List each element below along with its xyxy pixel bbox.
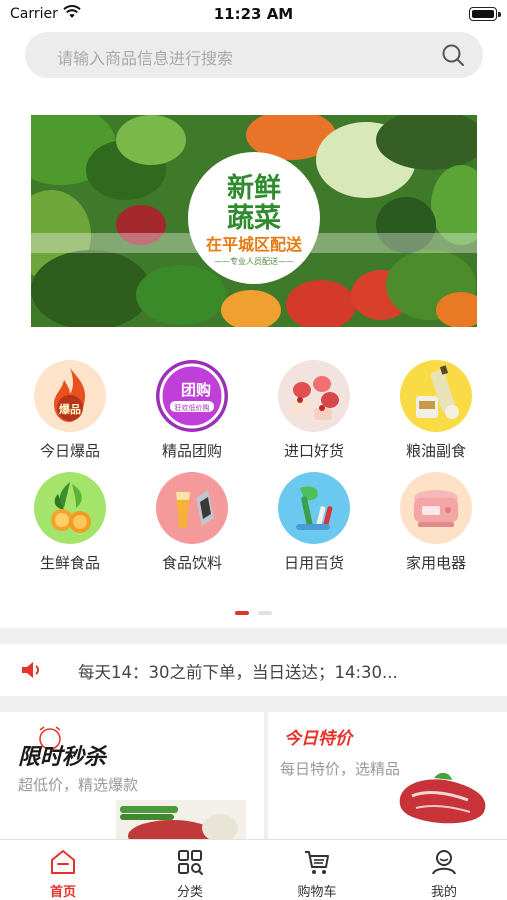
profile-icon [432, 850, 456, 875]
promo-subtitle: 超低价，精选爆款 [18, 776, 139, 794]
tab-label: 我的 [430, 885, 457, 900]
speaker-icon [22, 662, 39, 678]
banner-title-line2: 蔬菜 [227, 203, 281, 234]
promo-title: 今日特价 [284, 729, 352, 749]
search-bar[interactable]: 请输入商品信息进行搜索 [25, 32, 483, 78]
promo-banner[interactable]: 新鲜 蔬菜 在平城区配送 ——专业人员配送—— [31, 115, 477, 327]
notice-text: 每天14：30之前下单，当日送达；14:30... [78, 663, 398, 682]
home-appliance-icon [400, 472, 472, 544]
carousel-dot-active[interactable] [235, 611, 249, 615]
banner-subtitle: 在平城区配送 [206, 235, 303, 254]
notice-bar[interactable]: 每天14：30之前下单，当日送达；14:30... [0, 644, 507, 694]
cart-icon [305, 851, 329, 874]
promo-flash-sale[interactable]: 限时秒杀 超低价，精选爆款 [0, 712, 264, 840]
daily-goods-icon [278, 472, 350, 544]
search-placeholder: 请输入商品信息进行搜索 [57, 49, 234, 68]
section-divider [0, 696, 507, 712]
category-label: 粮油副食 [405, 442, 466, 460]
promo-daily-special[interactable]: 今日特价 每日特价，选精品 [268, 712, 507, 840]
category-hot-items[interactable]: 爆品 今日爆品 [15, 360, 125, 470]
home-page: Carrier 11:23 AM 请输入商品信息进行搜索 新鲜 蔬菜 在平城区配… [0, 0, 507, 900]
tab-label: 首页 [49, 885, 76, 900]
category-imported[interactable]: 进口好货 [259, 360, 369, 470]
category-grain-oil[interactable]: 粮油副食 [381, 360, 491, 470]
section-divider [0, 628, 507, 644]
search-icon[interactable] [441, 43, 465, 67]
carousel-dot[interactable] [258, 611, 272, 615]
tab-label: 购物车 [297, 885, 337, 900]
group-buy-icon: 团购 狂欢低价购 [156, 360, 228, 432]
bottom-tab-bar: 首页 分类 购物车 我的 [0, 839, 507, 900]
banner-title-line1: 新鲜 [227, 172, 281, 204]
category-label: 精品团购 [161, 442, 222, 460]
status-time: 11:23 AM [213, 5, 294, 23]
tab-category[interactable]: 分类 [127, 840, 253, 900]
fresh-produce-icon [34, 472, 106, 544]
svg-text:爆品: 爆品 [59, 402, 81, 416]
tab-profile[interactable]: 我的 [381, 840, 507, 900]
tab-home[interactable]: 首页 [0, 840, 126, 900]
battery-icon [469, 7, 501, 21]
vegetables-banner-image: 新鲜 蔬菜 在平城区配送 ——专业人员配送—— [31, 115, 477, 327]
promo-subtitle: 每日特价，选精品 [280, 760, 401, 778]
carousel-indicator [0, 611, 507, 617]
svg-text:狂欢低价购: 狂欢低价购 [175, 403, 210, 412]
category-label: 生鲜食品 [39, 554, 100, 572]
food-drink-icon [156, 472, 228, 544]
raw-meat-image [399, 772, 486, 824]
category-label: 进口好货 [283, 442, 344, 460]
hot-fire-icon: 爆品 [34, 360, 106, 432]
home-icon [51, 850, 75, 874]
category-label: 食品饮料 [161, 554, 222, 572]
category-food-drink[interactable]: 食品饮料 [137, 472, 247, 582]
imported-desserts-icon [278, 360, 350, 432]
svg-text:团购: 团购 [181, 381, 211, 399]
tab-label: 分类 [176, 885, 203, 900]
category-label: 今日爆品 [39, 442, 100, 460]
category-appliance[interactable]: 家用电器 [381, 472, 491, 582]
category-group-buy[interactable]: 团购 狂欢低价购 精品团购 [137, 360, 247, 470]
status-bar: Carrier 11:23 AM [0, 0, 507, 30]
category-daily-goods[interactable]: 日用百货 [259, 472, 369, 582]
category-label: 家用电器 [405, 554, 466, 572]
banner-tagline: ——专业人员配送—— [214, 256, 294, 266]
grain-oil-icon [400, 360, 472, 432]
promo-title: 限时秒杀 [18, 745, 107, 770]
category-fresh[interactable]: 生鲜食品 [15, 472, 125, 582]
tab-cart[interactable]: 购物车 [254, 840, 380, 900]
category-label: 日用百货 [283, 554, 344, 572]
steak-dish-image [116, 800, 246, 840]
category-grid-icon [178, 850, 203, 875]
